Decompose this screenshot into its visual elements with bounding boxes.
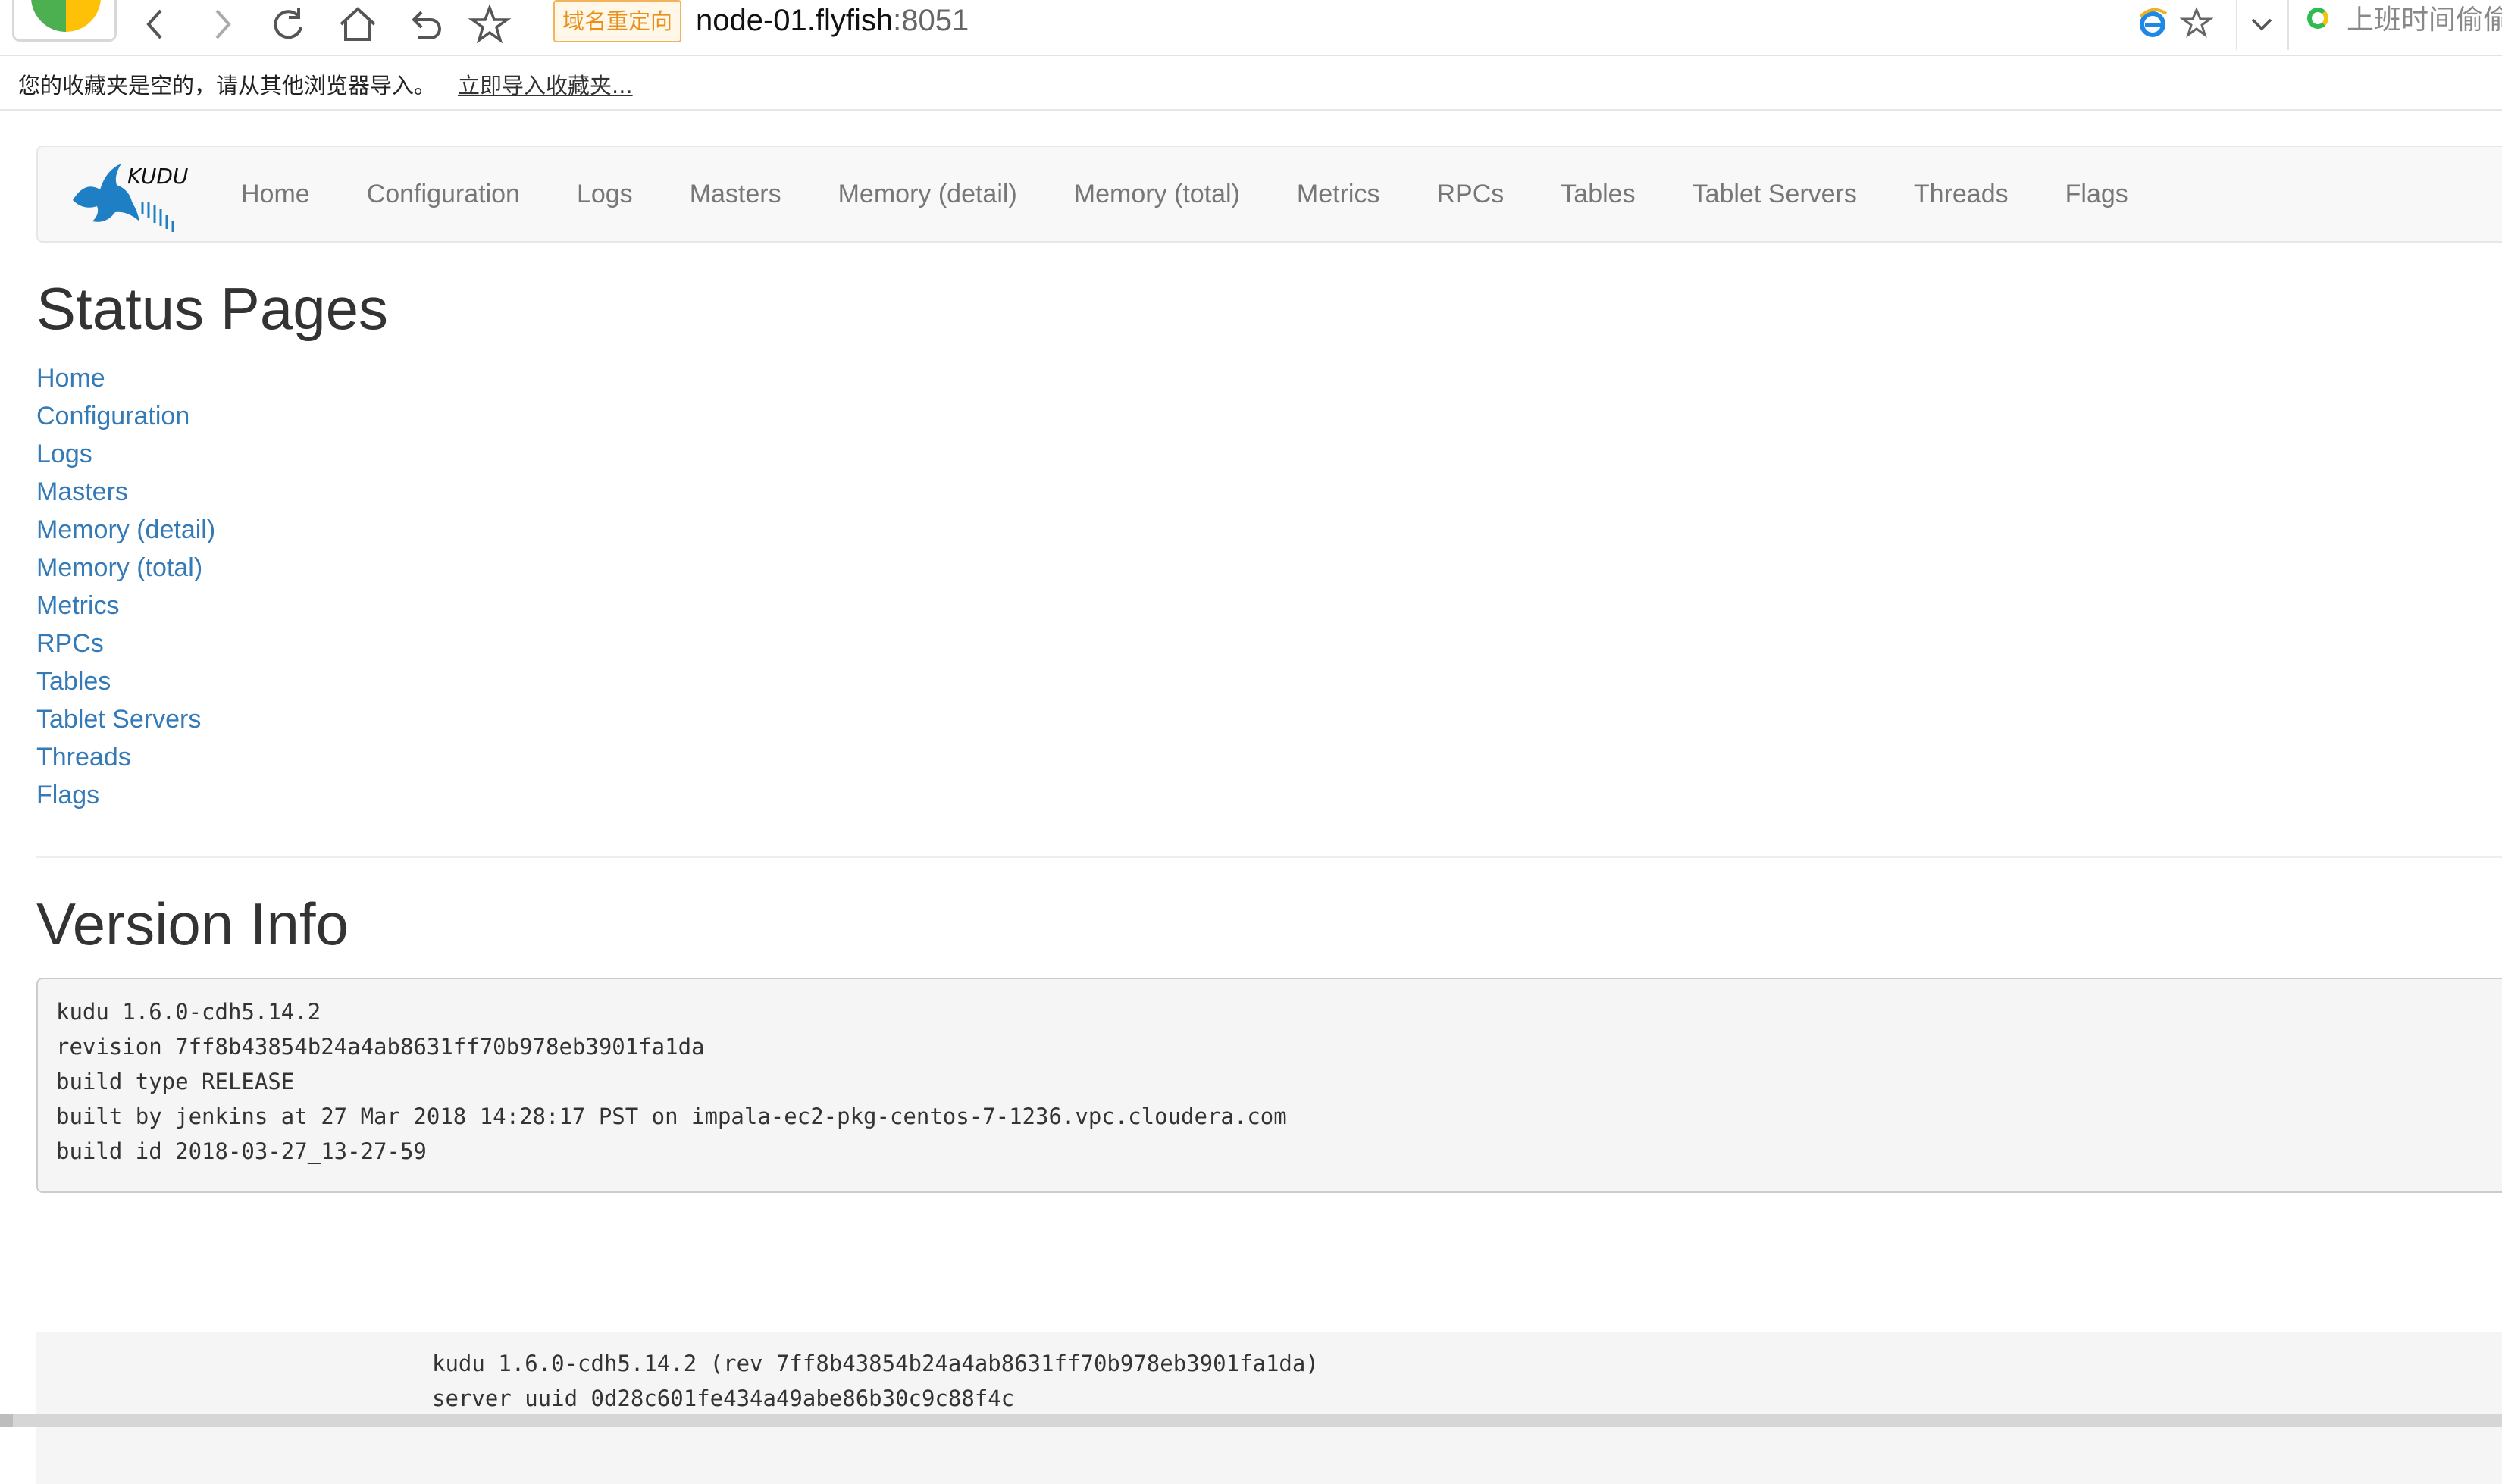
nav-masters[interactable]: Masters [690,180,781,209]
toolbar-separator [2236,0,2237,50]
nav-threads[interactable]: Threads [1914,180,2009,209]
favorite-star-icon[interactable] [2179,6,2214,39]
status-link-threads[interactable]: Threads [36,738,2502,776]
built-by-line: built by jenkins at 27 Mar 2018 14:28:17… [56,1104,1287,1129]
status-link-tablet-servers[interactable]: Tablet Servers [36,700,2502,738]
nav-rpcs[interactable]: RPCs [1436,180,1504,209]
build-type-line: build type RELEASE [56,1069,295,1094]
status-pages-title: Status Pages [36,275,388,342]
back-icon[interactable] [133,3,179,45]
horizontal-scrollbar[interactable] [0,1414,2502,1427]
kudu-logo-icon[interactable]: KUDU [67,158,188,236]
nav-logs[interactable]: Logs [577,180,633,209]
status-link-configuration[interactable]: Configuration [36,397,2502,435]
forward-icon[interactable] [200,3,246,45]
browser-logo-icon[interactable] [12,0,117,42]
nav-home[interactable]: Home [241,180,310,209]
footer-version-line: kudu 1.6.0-cdh5.14.2 (rev 7ff8b43854b24a… [432,1351,1319,1376]
bookmark-star-icon[interactable] [467,3,512,45]
version-info-box: kudu 1.6.0-cdh5.14.2 revision 7ff8b43854… [36,978,2502,1193]
toolbar-separator [2287,0,2289,50]
status-link-logs[interactable]: Logs [36,435,2502,473]
nav-configuration[interactable]: Configuration [367,180,520,209]
bookmarks-empty-message: 您的收藏夹是空的，请从其他浏览器导入。 [18,73,437,99]
status-link-masters[interactable]: Masters [36,473,2502,511]
status-pages-list: Home Configuration Logs Masters Memory (… [36,359,2502,814]
status-link-tables[interactable]: Tables [36,662,2502,700]
bookmarks-bar: 您的收藏夹是空的，请从其他浏览器导入。 立即导入收藏夹... [0,56,2502,111]
chevron-down-icon[interactable] [2244,6,2280,42]
status-link-flags[interactable]: Flags [36,776,2502,814]
refresh-icon[interactable] [265,3,311,45]
undo-icon[interactable] [402,3,447,45]
address-bar[interactable]: node-01.flyfish:8051 [696,0,969,42]
nav-flags[interactable]: Flags [2065,180,2128,209]
navbar-links: Home Configuration Logs Masters Memory (… [241,147,2185,241]
nav-tablet-servers[interactable]: Tablet Servers [1693,180,1857,209]
home-icon[interactable] [335,3,380,45]
nav-tables[interactable]: Tables [1561,180,1635,209]
status-link-rpcs[interactable]: RPCs [36,625,2502,662]
ie-mode-icon[interactable] [2136,6,2169,39]
redirect-badge[interactable]: 域名重定向 [553,0,682,42]
status-link-memory-total[interactable]: Memory (total) [36,549,2502,587]
status-link-metrics[interactable]: Metrics [36,587,2502,625]
section-divider [36,856,2502,858]
scroll-left-icon[interactable] [0,1414,13,1427]
page-footer: kudu 1.6.0-cdh5.14.2 (rev 7ff8b43854b24a… [36,1332,2502,1484]
kudu-navbar: KUDU Home Configuration Logs Masters Mem… [36,146,2502,243]
version-info-title: Version Info [36,891,349,957]
revision-line: revision 7ff8b43854b24a4ab8631ff70b978eb… [56,1034,705,1060]
build-id-line: build id 2018-03-27_13-27-59 [56,1138,427,1164]
version-line: kudu 1.6.0-cdh5.14.2 [56,999,321,1025]
browser-toolbar: 域名重定向 node-01.flyfish:8051 上班时间偷偷 [0,0,2502,56]
status-pages-section: Status Pages Home Configuration Logs Mas… [36,273,2502,814]
kudu-brand-text: KUDU [127,164,188,189]
news-icon[interactable] [2307,8,2328,29]
footer-uuid-line: server uuid 0d28c601fe434a49abe86b30c9c8… [432,1385,1015,1411]
status-link-memory-detail[interactable]: Memory (detail) [36,511,2502,549]
address-host: node-01.flyfish [696,4,894,37]
nav-memory-detail[interactable]: Memory (detail) [838,180,1017,209]
news-ticker[interactable]: 上班时间偷偷 [2347,0,2502,42]
import-bookmarks-link[interactable]: 立即导入收藏夹... [458,68,633,100]
nav-metrics[interactable]: Metrics [1297,180,1380,209]
nav-memory-total[interactable]: Memory (total) [1074,180,1240,209]
status-link-home[interactable]: Home [36,359,2502,397]
address-port: :8051 [893,4,969,37]
